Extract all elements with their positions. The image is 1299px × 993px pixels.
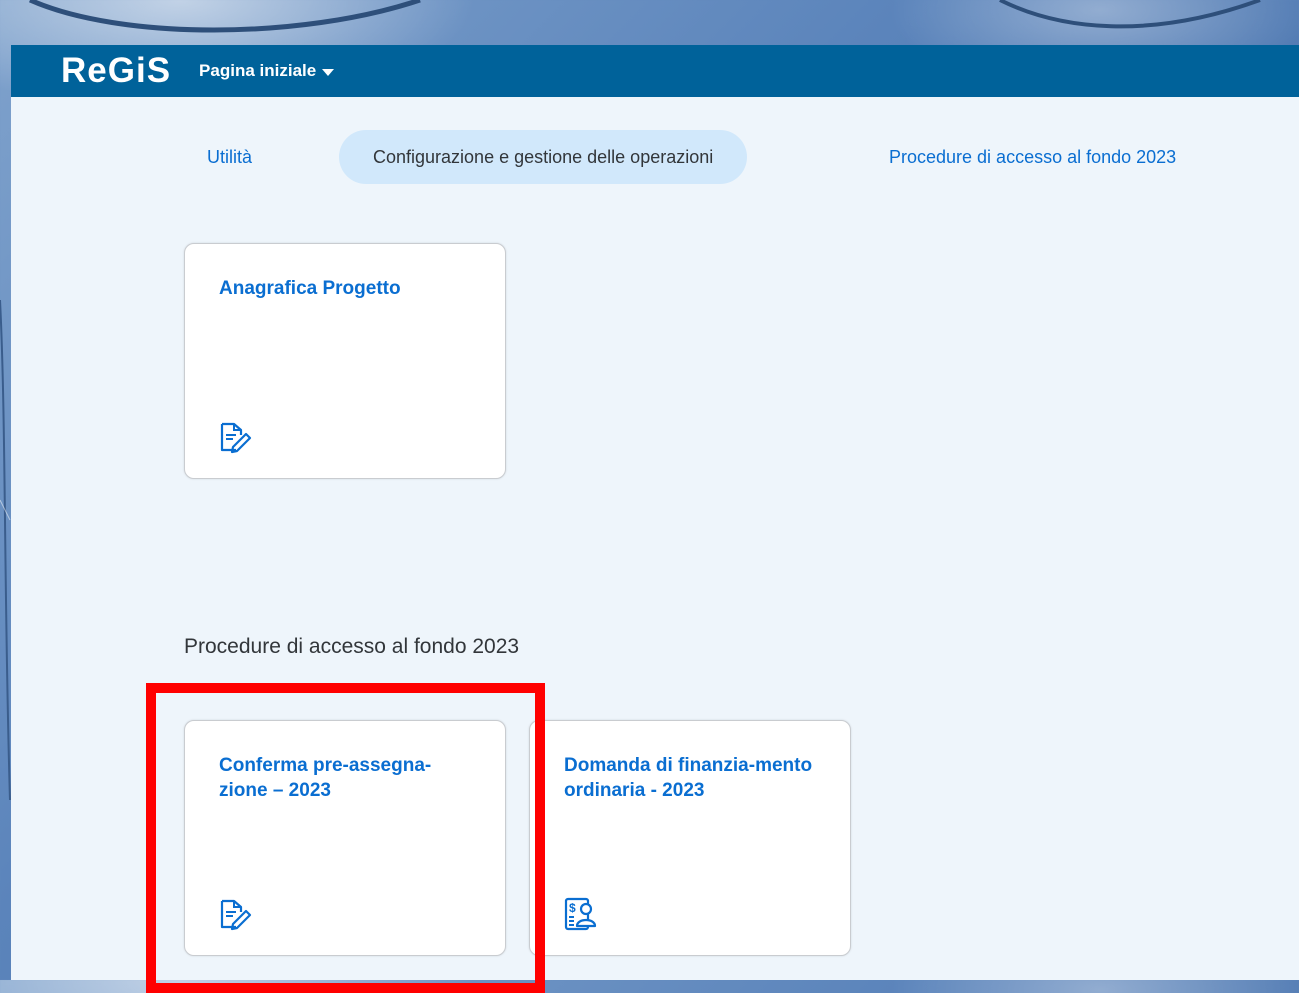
tile-domanda-finanziamento[interactable]: Domanda di finanzia-mento ordinaria - 20… xyxy=(529,720,851,956)
tile-title: Anagrafica Progetto xyxy=(219,278,401,299)
svg-text:$: $ xyxy=(569,901,576,915)
regis-logo[interactable]: ReGiS xyxy=(61,51,171,91)
caret-down-icon xyxy=(322,68,335,76)
shell-bar: ReGiS Pagina iniziale xyxy=(11,45,1299,97)
launchpad-frame: ReGiS Pagina iniziale Utilità Configuraz… xyxy=(11,45,1299,980)
document-edit-icon xyxy=(220,899,252,931)
section-title-procedure: Procedure di accesso al fondo 2023 xyxy=(184,635,520,658)
tile-anagrafica-progetto[interactable]: Anagrafica Progetto xyxy=(184,243,506,479)
tile-title: Conferma pre-assegna-zione – 2023 xyxy=(219,755,432,801)
tile-title: Domanda di finanzia-mento ordinaria - 20… xyxy=(564,755,813,801)
page-menu-label: Pagina iniziale xyxy=(199,61,317,80)
page-menu-button[interactable]: Pagina iniziale xyxy=(199,61,335,81)
tab-configurazione[interactable]: Configurazione e gestione delle operazio… xyxy=(339,130,748,184)
document-edit-icon xyxy=(220,422,252,454)
anchor-bar: Utilità Configurazione e gestione delle … xyxy=(11,130,1299,184)
tab-utilita[interactable]: Utilità xyxy=(207,130,252,184)
tab-procedure-accesso[interactable]: Procedure di accesso al fondo 2023 xyxy=(889,130,1176,184)
finance-request-icon: $ xyxy=(564,897,597,931)
tile-conferma-preassegnazione[interactable]: Conferma pre-assegna-zione – 2023 xyxy=(184,720,506,956)
